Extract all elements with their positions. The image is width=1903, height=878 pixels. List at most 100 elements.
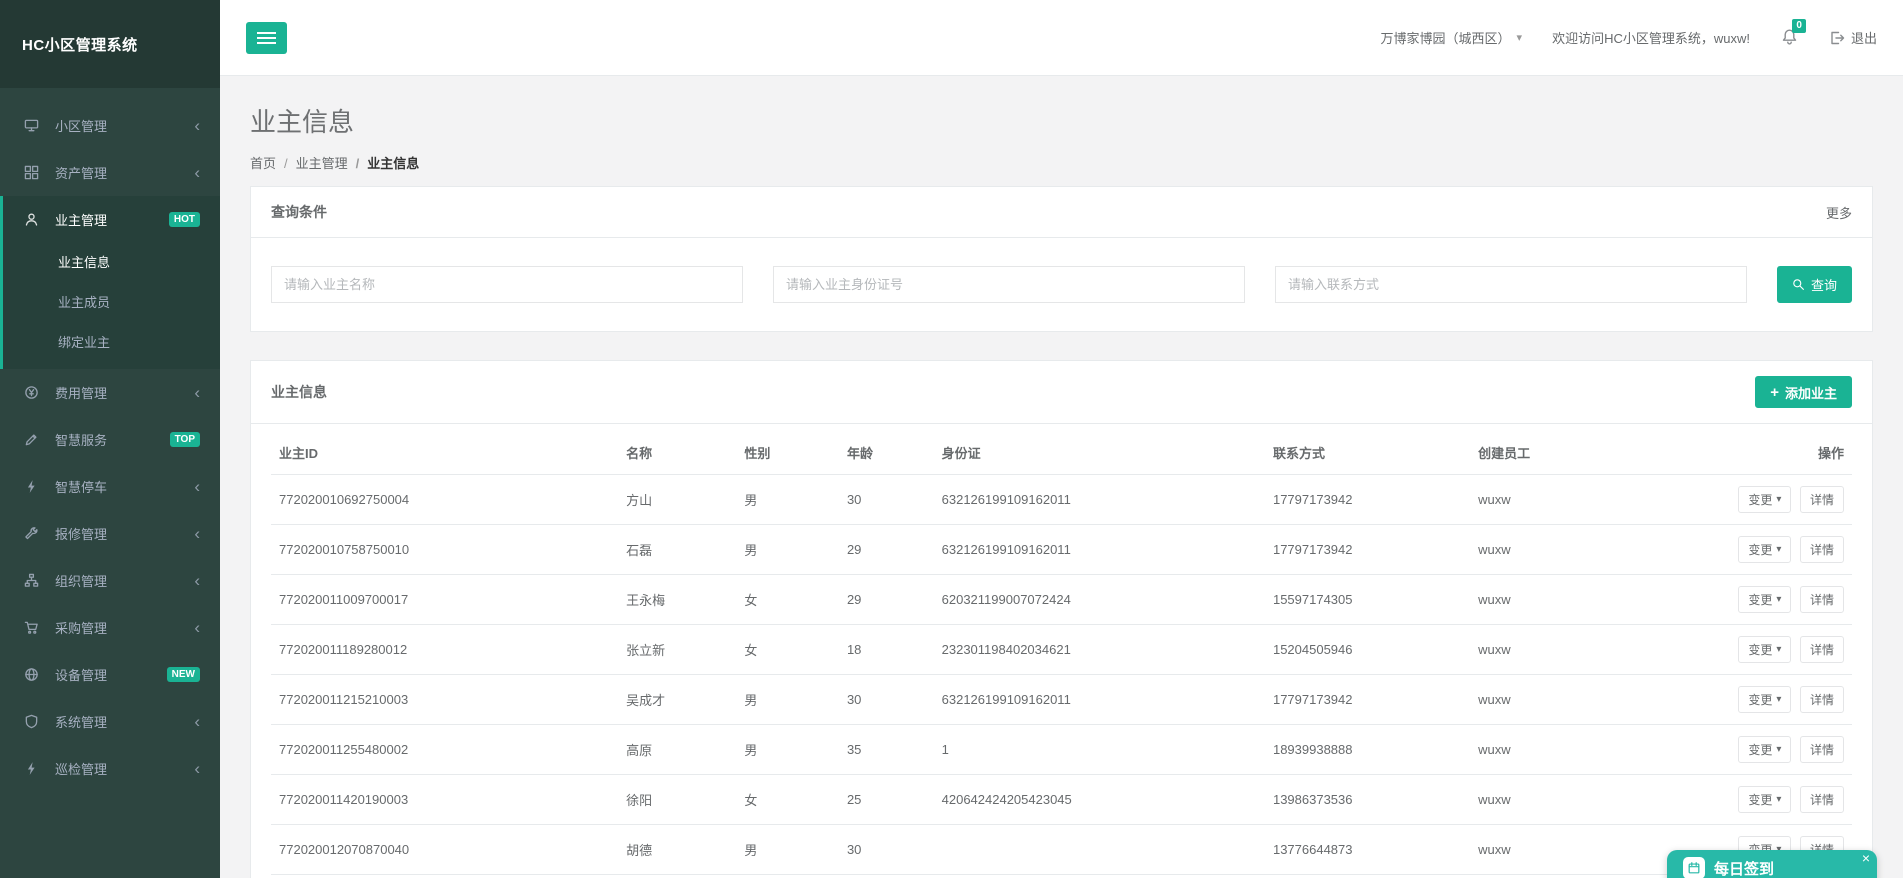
owner-age-cell: 30 bbox=[839, 675, 934, 725]
shield-icon bbox=[24, 714, 48, 729]
chevron-left-icon: ‹ bbox=[194, 117, 200, 134]
grid-icon bbox=[24, 165, 48, 180]
sidebar-item-org-mgmt[interactable]: 组织管理 ‹ bbox=[0, 557, 220, 604]
owner-gender-cell: 男 bbox=[736, 675, 839, 725]
owner-id-cell: 772020011255480002 bbox=[271, 725, 618, 775]
owner-id-cell: 772020011420190003 bbox=[271, 775, 618, 825]
sidebar-item-purchase-mgmt[interactable]: 采购管理 ‹ bbox=[0, 604, 220, 651]
community-selector[interactable]: 万博家博园（城西区） ▾ bbox=[1381, 28, 1523, 47]
close-icon[interactable]: × bbox=[1862, 851, 1870, 865]
page-title: 业主信息 bbox=[250, 102, 1873, 139]
owner-actions-cell: 变更 ▾ 详情 bbox=[1730, 775, 1852, 825]
breadcrumb-owner-mgmt[interactable]: 业主管理 bbox=[276, 156, 348, 171]
owner-idcard-cell: 232301198402034621 bbox=[934, 625, 1265, 675]
sidebar-item-owner-mgmt[interactable]: 业主管理 HOT bbox=[3, 196, 220, 243]
app-logo: HC小区管理系统 bbox=[0, 0, 220, 88]
user-icon bbox=[24, 212, 48, 227]
owner-actions-cell: 变更 ▾ 详情 bbox=[1730, 725, 1852, 775]
sidebar: HC小区管理系统 小区管理 ‹ 资产管理 ‹ 业主管理 HOT 业主信息 业主成… bbox=[0, 0, 220, 878]
breadcrumb-home[interactable]: 首页 bbox=[250, 156, 276, 171]
col-phone: 联系方式 bbox=[1265, 428, 1470, 475]
caret-down-icon: ▾ bbox=[1776, 594, 1781, 605]
sidebar-item-repair-mgmt[interactable]: 报修管理 ‹ bbox=[0, 510, 220, 557]
owner-creator-cell: wuxw bbox=[1470, 575, 1730, 625]
change-button[interactable]: 变更 ▾ bbox=[1738, 636, 1791, 663]
sidebar-item-smart-parking[interactable]: 智慧停车 ‹ bbox=[0, 463, 220, 510]
owner-age-cell: 26 bbox=[839, 875, 934, 878]
owner-name-cell: 徐阳 bbox=[618, 775, 736, 825]
breadcrumb: 首页业主管理业主信息 bbox=[250, 153, 1873, 172]
col-creator: 创建员工 bbox=[1470, 428, 1730, 475]
widget-label: 每日签到 bbox=[1714, 858, 1774, 878]
sidebar-nav: 小区管理 ‹ 资产管理 ‹ 业主管理 HOT 业主信息 业主成员 绑定业主 费用… bbox=[0, 88, 220, 792]
sidebar-subitem-owner-info[interactable]: 业主信息 bbox=[3, 243, 220, 283]
owner-phone-cell: 15204505946 bbox=[1265, 625, 1470, 675]
chevron-left-icon: ‹ bbox=[194, 713, 200, 730]
search-button[interactable]: 查询 bbox=[1777, 266, 1852, 303]
change-button[interactable]: 变更 ▾ bbox=[1738, 486, 1791, 513]
detail-button[interactable]: 详情 bbox=[1800, 586, 1844, 613]
owner-name-cell: 高原 bbox=[618, 725, 736, 775]
chevron-left-icon: ‹ bbox=[194, 384, 200, 401]
change-button[interactable]: 变更 ▾ bbox=[1738, 686, 1791, 713]
detail-button[interactable]: 详情 bbox=[1800, 736, 1844, 763]
change-button[interactable]: 变更 ▾ bbox=[1738, 736, 1791, 763]
change-button[interactable]: 变更 ▾ bbox=[1738, 536, 1791, 563]
desktop-icon bbox=[24, 118, 48, 133]
sidebar-subitem-owner-members[interactable]: 业主成员 bbox=[3, 283, 220, 323]
col-gender: 性别 bbox=[736, 428, 839, 475]
daily-signin-widget[interactable]: × 每日签到 bbox=[1667, 850, 1877, 878]
sidebar-subitem-bind-owner[interactable]: 绑定业主 bbox=[3, 323, 220, 363]
owner-id-cell: 772020010692750004 bbox=[271, 475, 618, 525]
owner-creator-cell: wuxw bbox=[1470, 525, 1730, 575]
sidebar-item-device-mgmt[interactable]: 设备管理 NEW bbox=[0, 651, 220, 698]
owner-mgmt-submenu: 业主信息 业主成员 绑定业主 bbox=[3, 243, 220, 363]
menu-toggle-button[interactable] bbox=[246, 22, 287, 54]
detail-button[interactable]: 详情 bbox=[1800, 786, 1844, 813]
table-row: 772020012080070037 曾成 男 26 18983027736 w… bbox=[271, 875, 1852, 878]
owner-name-cell: 方山 bbox=[618, 475, 736, 525]
owner-age-cell: 29 bbox=[839, 575, 934, 625]
owner-name-input[interactable] bbox=[271, 266, 743, 303]
table-row: 772020010692750004 方山 男 30 6321261991091… bbox=[271, 475, 1852, 525]
sidebar-item-smart-service[interactable]: 智慧服务 TOP bbox=[0, 416, 220, 463]
change-button[interactable]: 变更 ▾ bbox=[1738, 586, 1791, 613]
owner-phone-cell: 13986373536 bbox=[1265, 775, 1470, 825]
new-badge: NEW bbox=[167, 667, 200, 682]
add-owner-button[interactable]: + 添加业主 bbox=[1755, 376, 1852, 408]
owner-actions-cell: 变更 ▾ 详情 bbox=[1730, 625, 1852, 675]
owners-panel: 业主信息 + 添加业主 业主ID 名称 性别 年龄 身份证 bbox=[250, 360, 1873, 878]
logout-button[interactable]: 退出 bbox=[1829, 28, 1877, 47]
owner-id-cell: 772020011009700017 bbox=[271, 575, 618, 625]
notifications-button[interactable]: 0 bbox=[1780, 28, 1799, 47]
change-button[interactable]: 变更 ▾ bbox=[1738, 786, 1791, 813]
owner-age-cell: 25 bbox=[839, 775, 934, 825]
sidebar-item-asset-mgmt[interactable]: 资产管理 ‹ bbox=[0, 149, 220, 196]
owner-phone-cell: 17797173942 bbox=[1265, 475, 1470, 525]
chevron-left-icon: ‹ bbox=[194, 164, 200, 181]
detail-button[interactable]: 详情 bbox=[1800, 486, 1844, 513]
owner-gender-cell: 男 bbox=[736, 475, 839, 525]
owner-id-cell: 772020011215210003 bbox=[271, 675, 618, 725]
owner-phone-cell: 17797173942 bbox=[1265, 675, 1470, 725]
owner-creator-cell: wuxw bbox=[1470, 625, 1730, 675]
table-row: 772020011189280012 张立新 女 18 232301198402… bbox=[271, 625, 1852, 675]
owner-idcard-cell: 632126199109162011 bbox=[934, 525, 1265, 575]
owner-name-cell: 王永梅 bbox=[618, 575, 736, 625]
detail-button[interactable]: 详情 bbox=[1800, 686, 1844, 713]
sidebar-item-community-mgmt[interactable]: 小区管理 ‹ bbox=[0, 102, 220, 149]
owner-idcard-input[interactable] bbox=[773, 266, 1245, 303]
sidebar-item-system-mgmt[interactable]: 系统管理 ‹ bbox=[0, 698, 220, 745]
sidebar-item-fee-mgmt[interactable]: 费用管理 ‹ bbox=[0, 369, 220, 416]
owner-idcard-cell: 632126199109162011 bbox=[934, 675, 1265, 725]
detail-button[interactable]: 详情 bbox=[1800, 536, 1844, 563]
coin-icon bbox=[24, 385, 48, 400]
sitemap-icon bbox=[24, 573, 48, 588]
globe-icon bbox=[24, 667, 48, 682]
more-link[interactable]: 更多 bbox=[1826, 203, 1852, 222]
page-heading: 业主信息 首页业主管理业主信息 bbox=[220, 76, 1903, 186]
owner-name-cell: 石磊 bbox=[618, 525, 736, 575]
sidebar-item-inspection-mgmt[interactable]: 巡检管理 ‹ bbox=[0, 745, 220, 792]
contact-input[interactable] bbox=[1275, 266, 1747, 303]
detail-button[interactable]: 详情 bbox=[1800, 636, 1844, 663]
